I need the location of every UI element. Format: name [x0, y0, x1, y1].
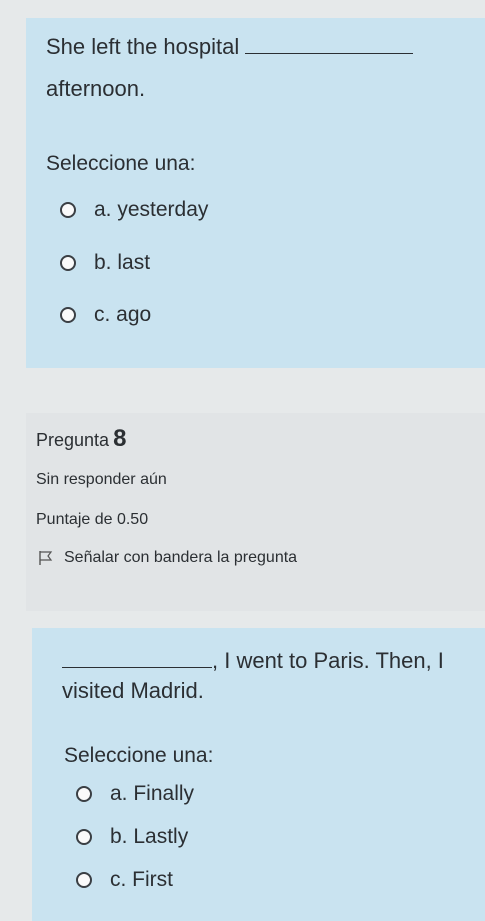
option-b[interactable]: b. last	[60, 251, 150, 275]
question-8-formulation: , I went to Paris. Then, I visited Madri…	[32, 628, 485, 921]
flag-icon	[39, 551, 53, 565]
option-label: c. ago	[94, 303, 152, 326]
option-label: a. yesterday	[94, 198, 209, 221]
answer-blank	[62, 649, 212, 668]
radio-button[interactable]	[60, 307, 76, 323]
radio-button[interactable]	[60, 255, 76, 271]
radio-button[interactable]	[60, 202, 76, 218]
question-8-info: Pregunta 8 Sin responder aún Puntaje de 0…	[26, 413, 485, 611]
question-text: , I went to Paris. Then, I	[212, 648, 444, 673]
option-label: a. Finally	[110, 782, 195, 805]
question-text-line-2: afternoon.	[46, 76, 146, 101]
question-text-line-2: visited Madrid.	[62, 678, 204, 703]
option-a[interactable]: a. Finally	[76, 782, 194, 806]
select-prompt: Seleccione una:	[46, 152, 196, 175]
select-prompt: Seleccione una:	[64, 744, 214, 767]
flag-label: Señalar con bandera la pregunta	[64, 549, 298, 566]
answer-blank	[245, 35, 414, 54]
radio-button[interactable]	[76, 872, 92, 888]
flag-question-link[interactable]: Señalar con bandera la pregunta	[38, 549, 297, 567]
question-text-line-1: She left the hospital	[46, 26, 414, 68]
radio-button[interactable]	[76, 786, 92, 802]
radio-button[interactable]	[76, 829, 92, 845]
option-label: c. First	[110, 868, 173, 891]
question-text: She left the hospital	[46, 34, 240, 59]
option-c[interactable]: c. First	[76, 868, 173, 892]
question-number-value: 8	[113, 425, 127, 452]
option-a[interactable]: a. yesterday	[60, 198, 208, 222]
question-7-formulation: She left the hospital afternoon. Selecci…	[26, 18, 485, 368]
option-label: b. Lastly	[110, 825, 189, 848]
option-label: b. last	[94, 251, 151, 274]
question-status: Sin responder aún	[36, 471, 167, 488]
option-c[interactable]: c. ago	[60, 303, 151, 327]
question-label: Pregunta	[36, 430, 110, 450]
question-number: Pregunta 8	[36, 425, 126, 453]
option-b[interactable]: b. Lastly	[76, 825, 188, 849]
question-grade: Puntaje de 0.50	[36, 511, 149, 528]
